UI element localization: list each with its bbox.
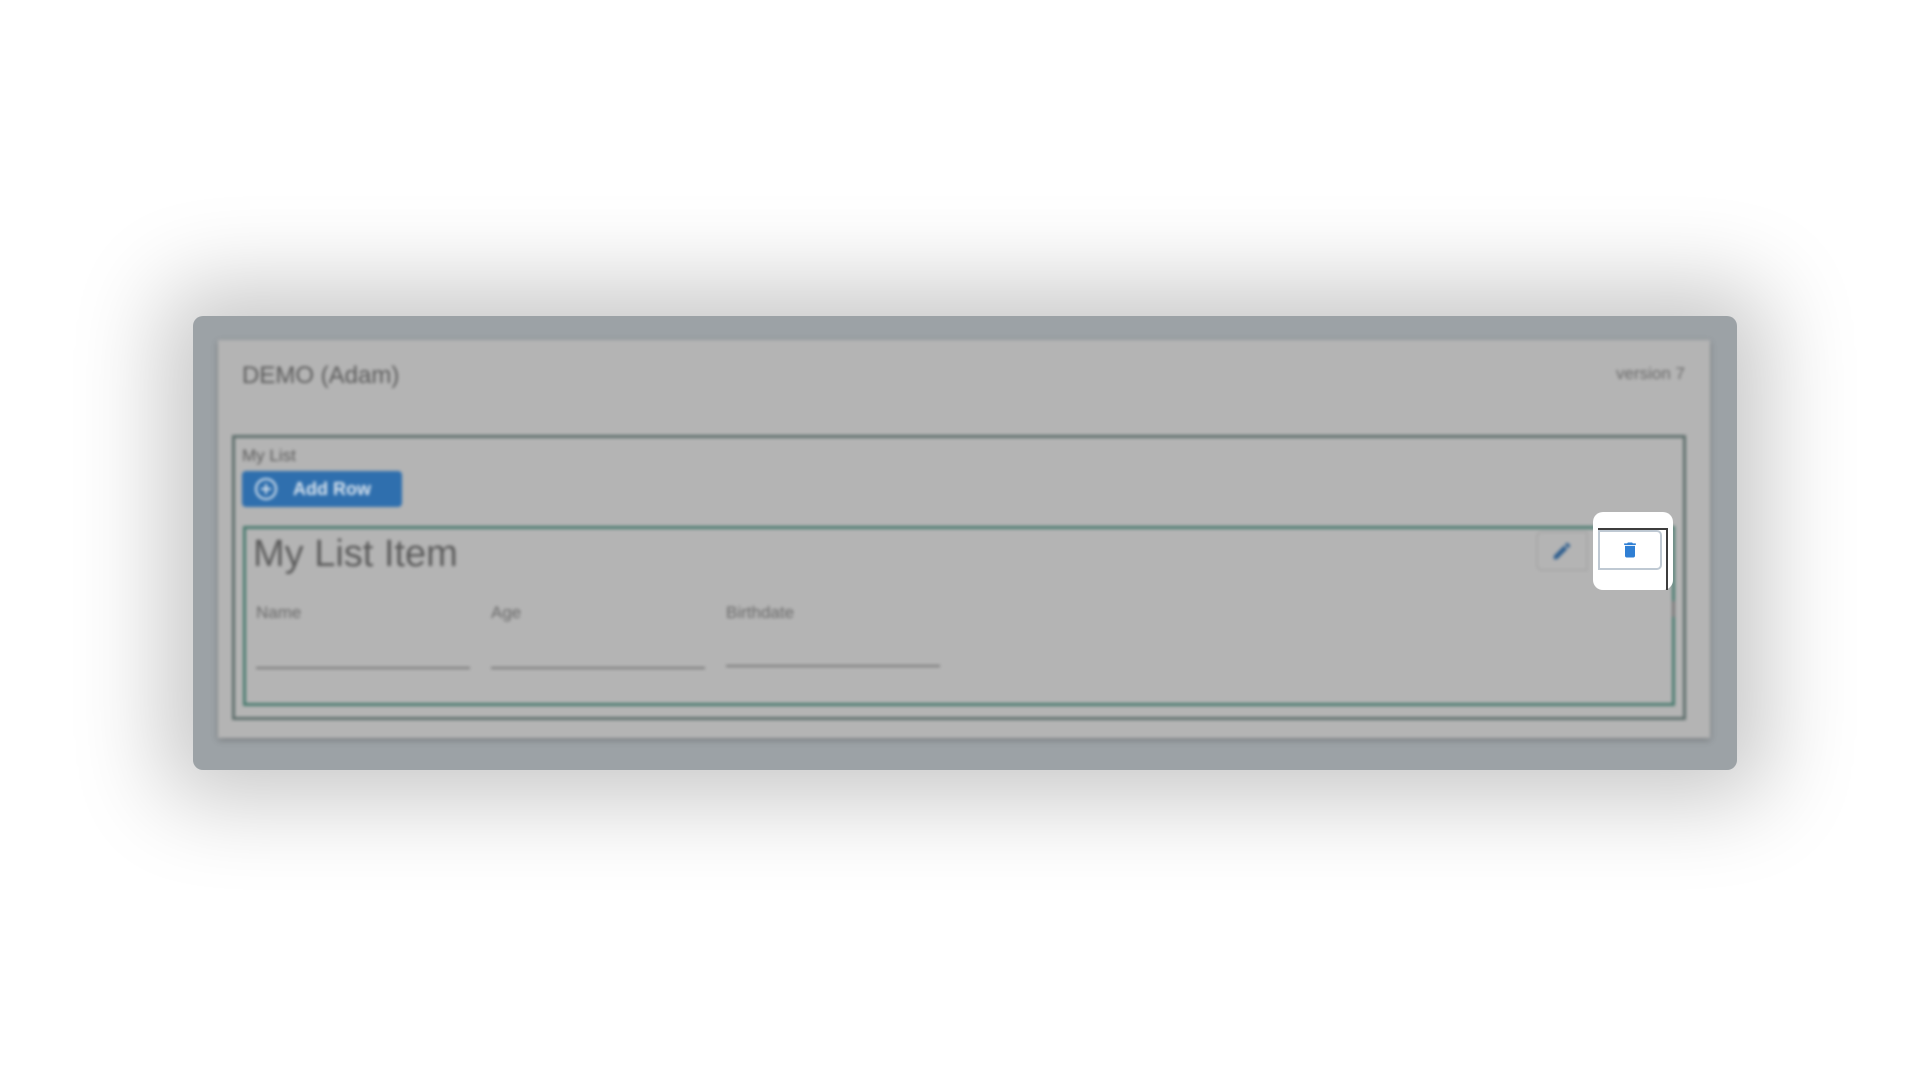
scroll-indicator — [1672, 601, 1675, 617]
list-item-title: My List Item — [253, 533, 458, 575]
blurred-app-content: DEMO (Adam) version 7 My List Add Row My… — [193, 316, 1737, 770]
list-label: My List — [242, 446, 296, 465]
add-row-button[interactable]: Add Row — [242, 471, 402, 507]
delete-button[interactable] — [1598, 530, 1662, 570]
item-border-right-edge — [1666, 530, 1668, 590]
list-item-card: My List Item Name Age Birthdate — [243, 526, 1675, 706]
name-field[interactable]: Name — [256, 603, 470, 669]
pencil-icon — [1553, 542, 1571, 560]
app-title: DEMO (Adam) — [242, 362, 400, 389]
age-field-label: Age — [491, 603, 522, 622]
delete-button-highlight — [1593, 512, 1673, 590]
my-list-container: My List Add Row My List Item Name Age Bi… — [232, 435, 1686, 720]
dimmed-screenshot-frame: DEMO (Adam) version 7 My List Add Row My… — [193, 316, 1737, 770]
birthdate-field[interactable]: Birthdate — [726, 603, 940, 667]
name-field-underline — [256, 667, 470, 669]
version-label: version 7 — [1616, 364, 1685, 383]
age-field[interactable]: Age — [491, 603, 705, 669]
app-panel: DEMO (Adam) version 7 My List Add Row My… — [218, 340, 1710, 738]
age-field-underline — [491, 667, 705, 669]
trash-icon — [1624, 542, 1636, 558]
name-field-label: Name — [256, 603, 302, 622]
birthdate-field-underline — [726, 665, 940, 667]
birthdate-field-label: Birthdate — [726, 603, 795, 622]
plus-circle-icon — [255, 478, 277, 500]
edit-button[interactable] — [1536, 531, 1588, 571]
add-row-label: Add Row — [293, 478, 371, 499]
